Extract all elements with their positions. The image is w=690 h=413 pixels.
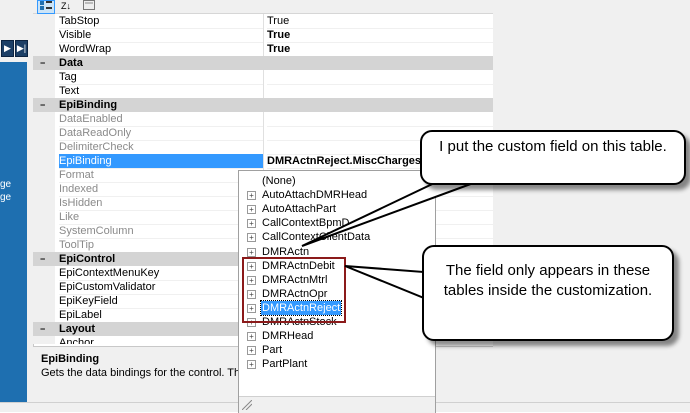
callout-bottom-text: The field only appears in these tables i… <box>443 262 653 299</box>
callout-top-text: I put the custom field on this table. <box>439 138 667 155</box>
callout-pointers <box>301 177 488 300</box>
callout-field-appears: The field only appears in these tables i… <box>422 245 674 341</box>
callout-custom-field-table: I put the custom field on this table. <box>420 130 686 185</box>
bottom-callout-pointer <box>344 265 425 300</box>
top-callout-pointer <box>301 177 488 247</box>
